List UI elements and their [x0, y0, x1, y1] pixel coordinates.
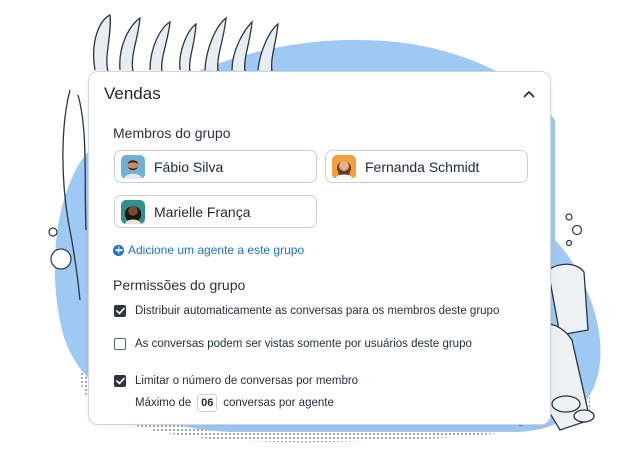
permission-label: As conversas podem ser vistas somente po…: [135, 338, 472, 350]
permission-label: Limitar o número de conversas por membro: [135, 375, 359, 387]
permission-auto-distribute[interactable]: Distribuir automaticamente as conversas …: [114, 305, 499, 317]
checkbox-unchecked[interactable]: [114, 338, 126, 350]
permission-limit-conversations[interactable]: Limitar o número de conversas por membro: [114, 375, 358, 387]
member-chip-fabio[interactable]: Fábio Silva: [114, 150, 317, 183]
person-beard-avatar: [121, 154, 145, 179]
member-chip-fernanda[interactable]: Fernanda Schmidt: [325, 150, 528, 183]
checkbox-checked[interactable]: [114, 375, 126, 387]
person-woman-dark-avatar: [121, 199, 145, 224]
person-woman-avatar: [332, 154, 356, 179]
member-name: Fábio Silva: [154, 158, 224, 175]
conversation-limit-input[interactable]: 06: [197, 394, 218, 412]
group-card-header[interactable]: Vendas: [89, 72, 550, 116]
group-title: Vendas: [104, 84, 161, 103]
plus-circle-icon: [113, 244, 124, 256]
limit-suffix: conversas por agente: [223, 397, 334, 409]
checkbox-checked[interactable]: [114, 305, 126, 317]
chevron-up-icon[interactable]: [516, 81, 542, 107]
permission-label: Distribuir automaticamente as conversas …: [135, 305, 500, 317]
permissions-section-title: Permissões do grupo: [113, 277, 246, 293]
add-agent-link[interactable]: Adicione um agente a este grupo: [113, 243, 304, 257]
member-name: Fernanda Schmidt: [365, 158, 480, 175]
limit-prefix: Máximo de: [135, 397, 192, 409]
member-chip-marielle[interactable]: Marielle França: [114, 195, 317, 228]
conversation-limit-row: Máximo de 06 conversas por agente: [135, 394, 334, 412]
permission-visibility[interactable]: As conversas podem ser vistas somente po…: [114, 338, 472, 350]
group-card: Vendas Membros do grupo Fábio Silva Fern…: [88, 71, 551, 425]
add-agent-label: Adicione um agente a este grupo: [128, 243, 305, 257]
members-section-title: Membros do grupo: [113, 125, 231, 141]
member-name: Marielle França: [154, 203, 251, 220]
